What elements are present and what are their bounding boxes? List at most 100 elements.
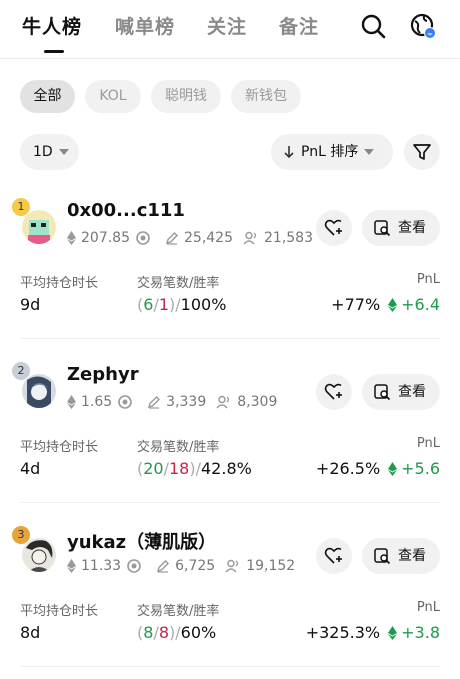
- win-rate: 42.8%: [201, 459, 252, 478]
- avatar[interactable]: [22, 538, 56, 572]
- eth-green-icon: [388, 297, 398, 312]
- token-icon: [136, 231, 150, 245]
- trades-value: (20/18)/42.8%: [137, 459, 252, 478]
- chip-kol[interactable]: KOL: [85, 80, 141, 113]
- trades-buy: 8: [143, 623, 154, 642]
- pnl-percent: +77%: [331, 295, 381, 314]
- pnl-label: PnL: [416, 436, 440, 451]
- trades-label: 交易笔数/胜率: [137, 604, 220, 619]
- active-tab-indicator: [44, 50, 64, 53]
- users-icon: [225, 559, 239, 573]
- trades-value: (8/8)/60%: [137, 623, 217, 642]
- tab-callers[interactable]: 喊单榜: [115, 12, 175, 39]
- pnl-value: +26.5% +5.6: [316, 459, 440, 478]
- view-button[interactable]: 查看: [362, 210, 440, 246]
- view-label: 查看: [398, 220, 426, 236]
- pnl-value: +325.3% +3.8: [306, 623, 440, 642]
- hold-time-label: 平均持仓时长: [20, 604, 99, 619]
- pnl-value: +77% +6.4: [331, 295, 440, 314]
- trader-card[interactable]: 1 0x00...c111 207.85 25,425 21,583 查看 平均…: [0, 192, 460, 356]
- win-rate: 100%: [180, 295, 227, 314]
- edit-count: 25,425: [184, 230, 233, 246]
- pnl-label: PnL: [416, 272, 440, 287]
- eth-balance: 207.85: [81, 230, 130, 246]
- token-icon: [118, 395, 132, 409]
- follower-count: 21,583: [264, 230, 313, 246]
- tab-top-traders[interactable]: 牛人榜: [22, 12, 82, 39]
- chip-smart-money[interactable]: 聪明钱: [151, 80, 221, 113]
- trader-name[interactable]: Zephyr: [67, 364, 139, 385]
- follow-button[interactable]: [316, 538, 352, 574]
- hold-time-label: 平均持仓时长: [20, 440, 99, 455]
- edit-count: 3,339: [166, 394, 207, 410]
- rank-badge: 3: [12, 526, 30, 544]
- trades-sell: 18: [169, 459, 190, 478]
- view-detail-icon: [374, 384, 391, 401]
- rank-badge: 1: [12, 198, 30, 216]
- trader-name[interactable]: yukaz（薄肌版）: [67, 528, 216, 554]
- view-label: 查看: [398, 384, 426, 400]
- chip-all[interactable]: 全部: [20, 80, 75, 113]
- view-label: 查看: [398, 548, 426, 564]
- trader-name[interactable]: 0x00...c111: [67, 200, 185, 221]
- eth-icon: [67, 395, 76, 409]
- filter-icon: [413, 144, 431, 160]
- pencil-icon: [157, 560, 170, 573]
- pnl-amount: +6.4: [401, 295, 440, 314]
- follower-count: 19,152: [246, 558, 296, 574]
- view-detail-icon: [374, 220, 391, 237]
- avg-hold-value: 9d: [20, 295, 41, 314]
- sort-label: PnL 排序: [301, 144, 359, 160]
- pnl-label: PnL: [416, 600, 440, 615]
- heart-plus-icon: [324, 383, 342, 400]
- token-icon: [127, 559, 141, 573]
- tab-following[interactable]: 关注: [207, 12, 247, 39]
- trades-label: 交易笔数/胜率: [137, 276, 220, 291]
- pnl-percent: +325.3%: [305, 623, 381, 642]
- filter-button[interactable]: [404, 134, 440, 170]
- top-nav: 牛人榜 喊单榜 关注 备注: [0, 0, 460, 56]
- search-icon[interactable]: [359, 12, 387, 40]
- trades-value: (6/1)/100%: [137, 295, 227, 314]
- pnl-amount: +3.8: [401, 623, 440, 642]
- trader-stats: 11.33 6,725 19,152: [67, 558, 295, 574]
- trades-label: 交易笔数/胜率: [137, 440, 220, 455]
- eth-balance: 1.65: [81, 394, 113, 410]
- follow-button[interactable]: [316, 374, 352, 410]
- header-divider: [0, 58, 460, 59]
- trader-stats: 1.65 3,339 8,309: [67, 394, 277, 410]
- pnl-amount: +5.6: [401, 459, 440, 478]
- avatar[interactable]: [22, 374, 56, 408]
- pencil-icon: [165, 232, 178, 245]
- pencil-icon: [148, 396, 161, 409]
- users-icon: [216, 395, 230, 409]
- eth-balance: 11.33: [81, 558, 122, 574]
- follow-button[interactable]: [316, 210, 352, 246]
- caret-down-icon: [58, 149, 69, 155]
- hold-time-label: 平均持仓时长: [20, 276, 99, 291]
- follower-count: 8,309: [237, 394, 278, 410]
- avatar[interactable]: [22, 210, 56, 244]
- eth-green-icon: [388, 461, 398, 476]
- settings-globe-icon[interactable]: [409, 12, 437, 40]
- trader-card[interactable]: 2 Zephyr 1.65 3,339 8,309 查看 平均持仓时长 交易笔数…: [0, 356, 460, 520]
- arrow-down-icon: [284, 146, 294, 159]
- users-icon: [243, 231, 257, 245]
- timeframe-dropdown[interactable]: 1D: [20, 134, 79, 170]
- caret-down-icon: [364, 149, 375, 155]
- trades-buy: 6: [143, 295, 154, 314]
- eth-icon: [67, 231, 76, 245]
- chip-new-wallet[interactable]: 新钱包: [231, 80, 301, 113]
- heart-plus-icon: [324, 547, 342, 564]
- view-button[interactable]: 查看: [362, 538, 440, 574]
- trader-card[interactable]: 3 yukaz（薄肌版） 11.33 6,725 19,152 查看 平均持仓时…: [0, 520, 460, 679]
- card-divider: [20, 338, 440, 339]
- avg-hold-value: 8d: [20, 623, 41, 642]
- win-rate: 60%: [180, 623, 217, 642]
- tab-notes[interactable]: 备注: [279, 12, 319, 39]
- view-button[interactable]: 查看: [362, 374, 440, 410]
- trades-sell: 1: [158, 295, 170, 314]
- sort-dropdown[interactable]: PnL 排序: [271, 134, 393, 170]
- trades-sell: 8: [158, 623, 170, 642]
- eth-icon: [67, 559, 76, 573]
